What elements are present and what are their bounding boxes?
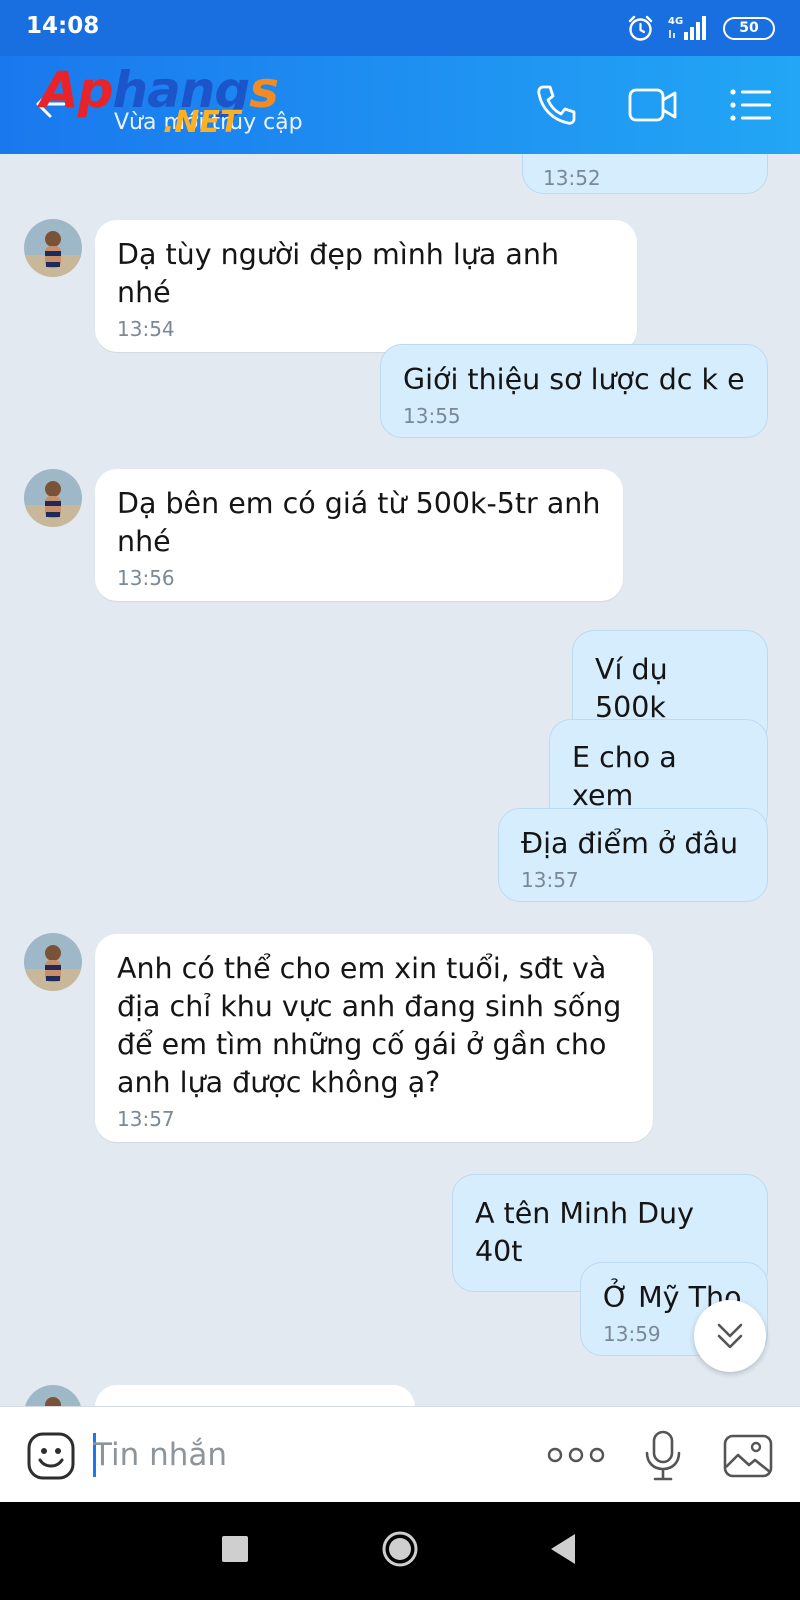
message-text: Dạ bên em có giá từ 500k-5tr anh nhé (117, 487, 601, 558)
scroll-to-bottom-button[interactable] (694, 1300, 766, 1372)
message-time: 13:55 (403, 404, 461, 428)
message-time: 13:56 (117, 566, 175, 590)
emoji-icon[interactable] (26, 1431, 76, 1481)
message-incoming[interactable]: Anh có thể cho em xin tuổi, sđt và địa c… (95, 934, 653, 1142)
message-composer (0, 1406, 800, 1502)
message-text: Ví dụ 500k (595, 653, 668, 724)
message-time: 13:57 (521, 868, 579, 892)
watermark-logo-suffix: .NET (163, 105, 241, 140)
more-icon[interactable] (547, 1443, 605, 1467)
video-icon[interactable] (627, 84, 679, 126)
message-time: 13:57 (117, 1107, 175, 1131)
double-chevron-down-icon (717, 1323, 743, 1349)
message-text: Anh có thể cho em xin tuổi, sđt và địa c… (117, 952, 622, 1099)
alarm-icon (628, 15, 653, 41)
avatar[interactable] (24, 1385, 82, 1406)
message-text: E cho a xem (572, 741, 677, 812)
message-time: 13:54 (117, 317, 175, 341)
message-text: Giới thiệu sơ lược dc k e (403, 363, 745, 396)
home-icon[interactable] (381, 1530, 419, 1568)
network-label: 4G (668, 16, 683, 27)
system-nav-bar (0, 1502, 800, 1600)
phone-icon[interactable] (533, 82, 579, 128)
avatar[interactable] (24, 469, 82, 527)
message-incoming[interactable]: Dạ tùy người đẹp mình lựa anh nhé 13:54 (95, 220, 637, 352)
status-time: 14:08 (26, 13, 100, 39)
message-text: A tên Minh Duy 40t (475, 1197, 694, 1268)
chat-header: Aphangs Vừa mới truy cập .NET (0, 56, 800, 154)
image-icon[interactable] (722, 1433, 774, 1479)
mic-icon[interactable] (643, 1429, 683, 1483)
message-outgoing[interactable]: 13:52 (522, 154, 768, 194)
recent-apps-icon[interactable] (222, 1536, 248, 1562)
message-outgoing[interactable]: Giới thiệu sơ lược dc k e 13:55 (380, 344, 768, 438)
message-input[interactable] (93, 1427, 513, 1483)
message-text: Địa điểm ở đâu (521, 827, 739, 860)
message-incoming[interactable] (95, 1385, 415, 1406)
status-bar: 14:08 4G 50 (0, 0, 800, 56)
nav-back-icon[interactable] (549, 1532, 577, 1566)
menu-icon[interactable] (729, 86, 773, 124)
avatar[interactable] (24, 219, 82, 277)
message-text: Dạ tùy người đẹp mình lựa anh nhé (117, 238, 560, 309)
avatar[interactable] (24, 933, 82, 991)
message-outgoing[interactable]: Địa điểm ở đâu 13:57 (498, 808, 768, 902)
signal-icon: 4G (668, 14, 712, 42)
message-time: 13:52 (543, 166, 601, 190)
battery-indicator: 50 (723, 17, 775, 40)
message-incoming[interactable]: Dạ bên em có giá từ 500k-5tr anh nhé 13:… (95, 469, 623, 601)
message-list[interactable]: 13:52 Dạ tùy người đẹp mình lựa anh nhé … (0, 154, 800, 1406)
